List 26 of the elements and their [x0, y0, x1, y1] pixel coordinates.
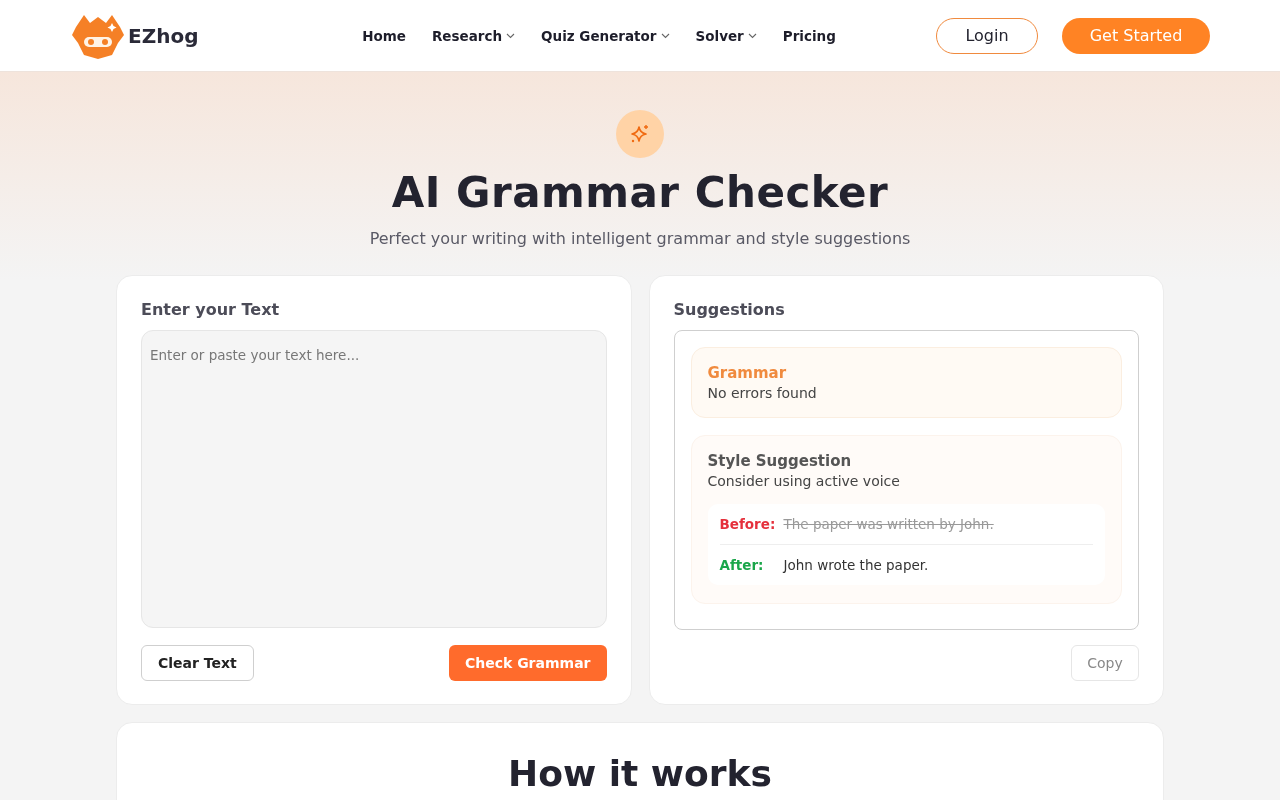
login-button[interactable]: Login [936, 17, 1038, 54]
card-title: Enter your Text [141, 300, 281, 319]
nav-link[interactable]: Pricing [782, 27, 836, 44]
suggestion-text: Consider using active voice [707, 473, 901, 489]
after-label: After: [719, 557, 765, 573]
nav-link[interactable]: Solver [695, 27, 757, 44]
nav-link[interactable]: Home [362, 27, 406, 44]
chevron-down-icon [747, 32, 757, 39]
suggestion-title: Grammar [707, 364, 788, 382]
before-text: The paper was written by John. [783, 516, 994, 532]
nav-link[interactable]: Quiz Generator [541, 27, 670, 44]
sparkle-icon [629, 123, 651, 145]
section-title: How it works [508, 753, 772, 796]
suggestion-title: Style Suggestion [707, 452, 853, 470]
suggestion-text: No errors found [707, 385, 818, 401]
card-title: Suggestions [673, 300, 786, 319]
chevron-down-icon [506, 32, 516, 39]
brand-name[interactable]: EZhog [128, 23, 199, 48]
text-input-field[interactable]: Enter or paste your text here... [141, 330, 607, 628]
page-subtitle: Perfect your writing with intelligent grammar and style suggestions [369, 229, 911, 248]
after-text: John wrote the paper. [783, 557, 929, 573]
chevron-down-icon [660, 32, 670, 39]
page-title: AI Grammar Checker [391, 168, 889, 217]
clear-text-button[interactable]: Clear Text [141, 645, 254, 681]
before-label: Before: [719, 516, 777, 532]
nav-link[interactable]: Research [431, 27, 516, 44]
